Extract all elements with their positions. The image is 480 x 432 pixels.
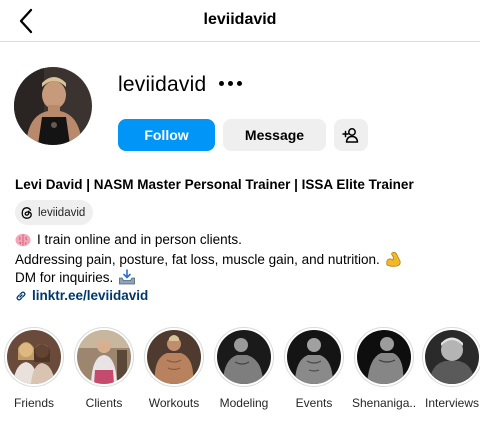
flexed-biceps-icon <box>386 252 401 267</box>
bio-text-3: DM for inquiries. <box>15 269 114 285</box>
highlight-workouts[interactable]: Workouts <box>142 327 206 410</box>
follow-button[interactable]: Follow <box>118 119 215 151</box>
highlight-label: Events <box>295 396 333 410</box>
link-text: linktr.ee/leviidavid <box>32 288 149 303</box>
bio-text-1: I train online and in person clients. <box>37 232 242 247</box>
highlight-label: Workouts <box>148 396 200 410</box>
page-title: leviidavid <box>203 11 277 28</box>
highlight-interviews[interactable]: Interviews <box>420 327 480 410</box>
bio-line: I train online and in person clients. <box>15 232 242 247</box>
inbox-tray-icon <box>119 269 136 285</box>
suggest-people-button[interactable] <box>334 119 368 151</box>
top-bar: leviidavid <box>0 0 480 42</box>
threads-handle: leviidavid <box>38 206 86 219</box>
highlight-label: Clients <box>85 396 123 410</box>
more-options-button[interactable] <box>216 76 246 92</box>
highlight-friends[interactable]: Friends <box>2 327 66 410</box>
profile-full-name: Levi David | NASM Master Personal Traine… <box>15 177 414 192</box>
highlight-label: Interviews <box>424 396 480 410</box>
bio-line: DM for inquiries. <box>15 269 136 285</box>
highlight-label: Friends <box>13 396 54 410</box>
profile-username: leviidavid <box>118 73 207 96</box>
highlight-modeling[interactable]: Modeling <box>212 327 276 410</box>
bio-line: Addressing pain, posture, fat loss, musc… <box>15 251 403 267</box>
highlight-shenanigans[interactable]: Shenaniga... <box>352 327 416 410</box>
highlight-events[interactable]: Events <box>282 327 346 410</box>
bio-text-2: Addressing pain, posture, fat loss, musc… <box>15 251 380 267</box>
brain-icon <box>15 233 31 246</box>
highlight-label: Modeling <box>219 396 269 410</box>
profile-avatar[interactable] <box>14 67 92 145</box>
add-person-icon <box>342 128 359 143</box>
threads-icon <box>21 206 32 219</box>
highlight-label: Shenaniga... <box>352 396 416 410</box>
message-button[interactable]: Message <box>223 119 326 151</box>
threads-badge[interactable]: leviidavid <box>15 200 94 225</box>
highlight-clients[interactable]: Clients <box>72 327 136 410</box>
external-link[interactable]: linktr.ee/leviidavid <box>15 288 148 303</box>
more-icon <box>219 81 224 86</box>
link-icon <box>16 290 26 301</box>
